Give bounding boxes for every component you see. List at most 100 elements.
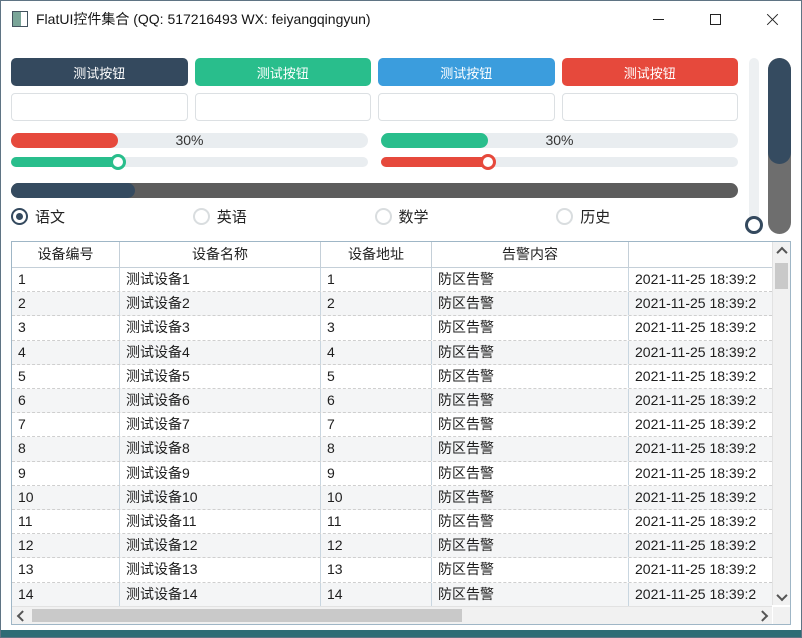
- scroll-down-button[interactable]: [773, 588, 790, 605]
- table-cell[interactable]: 2021-11-25 18:39:2: [629, 486, 772, 509]
- table-cell[interactable]: 防区告警: [432, 364, 629, 389]
- table-cell[interactable]: 13: [12, 558, 120, 582]
- text-input-3[interactable]: [378, 93, 555, 121]
- vertical-scrollbar-thumb[interactable]: [775, 263, 788, 289]
- table-cell[interactable]: 4: [12, 340, 120, 364]
- table-cell[interactable]: 防区告警: [432, 413, 629, 437]
- table-cell[interactable]: 防区告警: [432, 340, 629, 364]
- header-device-name[interactable]: 设备名称: [120, 242, 321, 267]
- scroll-up-button[interactable]: [773, 242, 790, 259]
- table-cell[interactable]: 防区告警: [432, 292, 629, 316]
- table-cell[interactable]: 测试设备4: [120, 340, 321, 364]
- table-cell[interactable]: 测试设备3: [120, 316, 321, 340]
- table-cell[interactable]: 10: [12, 485, 120, 510]
- radio-lishi[interactable]: 历史: [556, 206, 738, 227]
- table-cell[interactable]: 测试设备12: [120, 534, 321, 558]
- slider-handle[interactable]: [110, 154, 127, 170]
- table-cell[interactable]: 12: [321, 534, 432, 558]
- table-row[interactable]: 2 测试设备2 2 防区告警 2021-11-25 18:39:2: [12, 292, 772, 317]
- table-cell[interactable]: 13: [321, 558, 432, 582]
- table-cell[interactable]: 1: [12, 268, 120, 292]
- test-button-green[interactable]: 测试按钮: [194, 58, 371, 86]
- header-alarm-content[interactable]: 告警内容: [432, 242, 629, 267]
- close-button[interactable]: [744, 1, 801, 37]
- table-cell[interactable]: 12: [12, 534, 120, 558]
- table-row[interactable]: 9 测试设备9 9 防区告警 2021-11-25 18:39:2: [12, 461, 772, 486]
- scroll-left-button[interactable]: [12, 607, 29, 624]
- table-cell[interactable]: 11: [12, 510, 120, 534]
- table-cell[interactable]: 测试设备5: [120, 364, 321, 389]
- table-cell[interactable]: 测试设备14: [120, 582, 321, 606]
- table-cell[interactable]: 7: [321, 413, 432, 437]
- table-cell[interactable]: 9: [12, 461, 120, 485]
- table-cell[interactable]: 测试设备2: [120, 292, 321, 316]
- table-cell[interactable]: 测试设备6: [120, 389, 321, 413]
- table-cell[interactable]: 7: [12, 413, 120, 437]
- table-cell[interactable]: 5: [12, 364, 120, 389]
- scroll-right-button[interactable]: [755, 607, 772, 624]
- radio-yingyu[interactable]: 英语: [192, 206, 375, 227]
- test-button-blue[interactable]: 测试按钮: [378, 58, 555, 86]
- radio-shuxue[interactable]: 数学: [374, 206, 557, 227]
- table-cell[interactable]: 2021-11-25 18:39:2: [629, 413, 772, 436]
- table-cell[interactable]: 4: [321, 340, 432, 364]
- table-cell[interactable]: 2021-11-25 18:39:2: [629, 437, 772, 460]
- table-cell[interactable]: 2021-11-25 18:39:2: [629, 510, 772, 533]
- minimize-button[interactable]: [630, 1, 687, 37]
- table-cell[interactable]: 测试设备11: [120, 510, 321, 534]
- table-row[interactable]: 1 测试设备1 1 防区告警 2021-11-25 18:39:2: [12, 268, 772, 293]
- text-input-1[interactable]: [11, 93, 188, 121]
- slider-handle[interactable]: [480, 154, 497, 170]
- table-cell[interactable]: 测试设备10: [120, 485, 321, 510]
- table-cell[interactable]: 防区告警: [432, 268, 629, 292]
- table-row[interactable]: 8 测试设备8 8 防区告警 2021-11-25 18:39:2: [12, 437, 772, 462]
- table-row[interactable]: 10 测试设备10 10 防区告警 2021-11-25 18:39:2: [12, 485, 772, 511]
- table-cell[interactable]: 2021-11-25 18:39:2: [629, 583, 772, 606]
- horizontal-scrollbar-thumb[interactable]: [32, 609, 462, 622]
- table-cell[interactable]: 2021-11-25 18:39:2: [629, 316, 772, 339]
- table-cell[interactable]: 防区告警: [432, 558, 629, 582]
- table-cell[interactable]: 2021-11-25 18:39:2: [629, 341, 772, 364]
- header-device-id[interactable]: 设备编号: [12, 242, 120, 267]
- table-cell[interactable]: 2021-11-25 18:39:2: [629, 268, 772, 291]
- radio-yuwen[interactable]: 语文: [11, 206, 193, 227]
- table-row[interactable]: 11 测试设备11 11 防区告警 2021-11-25 18:39:2: [12, 510, 772, 535]
- table-cell[interactable]: 防区告警: [432, 461, 629, 485]
- table-cell[interactable]: 测试设备7: [120, 413, 321, 437]
- table-row[interactable]: 12 测试设备12 12 防区告警 2021-11-25 18:39:2: [12, 534, 772, 559]
- table-row[interactable]: 14 测试设备14 14 防区告警 2021-11-25 18:39:2: [12, 582, 772, 607]
- header-alarm-time[interactable]: [629, 242, 772, 267]
- table-cell[interactable]: 2021-11-25 18:39:2: [629, 462, 772, 485]
- slider-red[interactable]: [381, 151, 738, 173]
- vertical-slider[interactable]: [745, 58, 763, 234]
- table-cell[interactable]: 2: [12, 292, 120, 316]
- table-cell[interactable]: 防区告警: [432, 510, 629, 534]
- table-cell[interactable]: 防区告警: [432, 316, 629, 340]
- vertical-slider-handle[interactable]: [745, 216, 763, 234]
- table-cell[interactable]: 测试设备1: [120, 268, 321, 292]
- table-cell[interactable]: 14: [321, 582, 432, 606]
- table-cell[interactable]: 3: [12, 316, 120, 340]
- maximize-button[interactable]: [687, 1, 744, 37]
- table-cell[interactable]: 测试设备13: [120, 558, 321, 582]
- table-cell[interactable]: 10: [321, 485, 432, 510]
- table-cell[interactable]: 防区告警: [432, 389, 629, 413]
- header-device-address[interactable]: 设备地址: [321, 242, 432, 267]
- table-cell[interactable]: 防区告警: [432, 437, 629, 461]
- table-cell[interactable]: 11: [321, 510, 432, 534]
- table-cell[interactable]: 2021-11-25 18:39:2: [629, 365, 772, 388]
- table-cell[interactable]: 14: [12, 582, 120, 606]
- table-cell[interactable]: 测试设备8: [120, 437, 321, 461]
- text-input-2[interactable]: [194, 93, 371, 121]
- table-cell[interactable]: 1: [321, 268, 432, 292]
- table-cell[interactable]: 2021-11-25 18:39:2: [629, 292, 772, 315]
- table-row[interactable]: 5 测试设备5 5 防区告警 2021-11-25 18:39:2: [12, 364, 772, 390]
- test-button-red[interactable]: 测试按钮: [561, 58, 738, 86]
- table-cell[interactable]: 2: [321, 292, 432, 316]
- table-cell[interactable]: 5: [321, 364, 432, 389]
- horizontal-scrollbar[interactable]: [12, 606, 772, 624]
- table-cell[interactable]: 2021-11-25 18:39:2: [629, 558, 772, 581]
- text-input-4[interactable]: [561, 93, 738, 121]
- table-cell[interactable]: 2021-11-25 18:39:2: [629, 534, 772, 557]
- table-cell[interactable]: 防区告警: [432, 582, 629, 606]
